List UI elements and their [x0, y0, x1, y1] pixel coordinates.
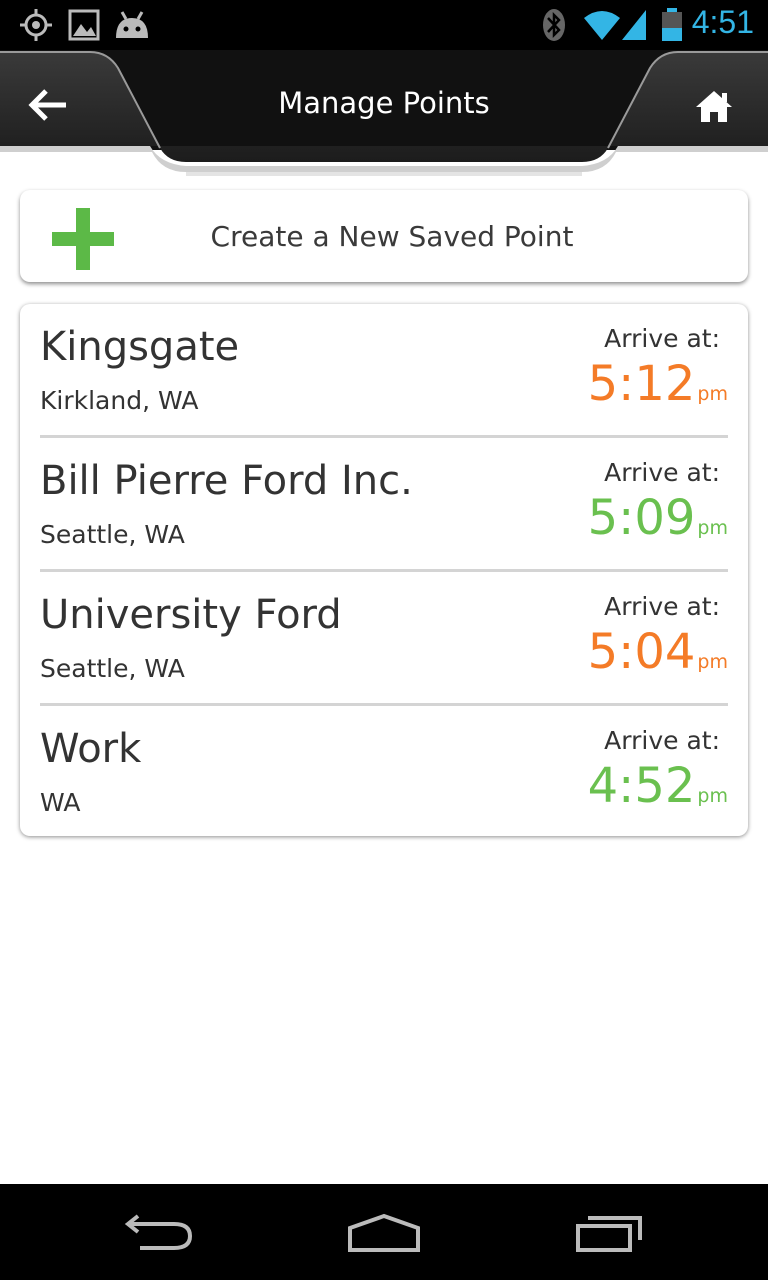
point-name: Bill Pierre Ford Inc. [40, 458, 413, 504]
arrive-label: Arrive at: [604, 458, 720, 487]
list-item[interactable]: Bill Pierre Ford Inc. Seattle, WA Arrive… [40, 438, 728, 572]
status-bar: 4:51 [0, 0, 768, 50]
point-location: Seattle, WA [40, 654, 185, 683]
arrival-time-ampm: pm [697, 651, 728, 673]
create-saved-point-button[interactable]: Create a New Saved Point [20, 190, 748, 282]
arrival-time-ampm: pm [697, 517, 728, 539]
arrival-time: 5:09 pm [588, 490, 728, 546]
home-icon[interactable] [694, 86, 734, 126]
point-name: Work [40, 726, 142, 772]
picture-icon [68, 9, 100, 41]
arrival-time-value: 5:04 [587, 624, 696, 680]
list-item[interactable]: Kingsgate Kirkland, WA Arrive at: 5:12 pm [40, 304, 728, 438]
arrival-time-value: 4:52 [587, 758, 696, 814]
list-item[interactable]: University Ford Seattle, WA Arrive at: 5… [40, 572, 728, 706]
point-name: Kingsgate [40, 324, 240, 370]
arrive-label: Arrive at: [604, 592, 720, 621]
point-name: University Ford [40, 592, 342, 638]
arrival-time-value: 5:12 [587, 356, 696, 412]
recent-apps-icon[interactable] [574, 1212, 646, 1254]
status-time: 4:51 [691, 4, 754, 40]
navigation-bar [0, 1184, 768, 1280]
arrival-time-ampm: pm [697, 383, 728, 405]
arrival-time-value: 5:09 [587, 490, 696, 546]
signal-icon [622, 10, 646, 40]
arrival-time: 5:04 pm [588, 624, 728, 680]
bluetooth-icon [543, 9, 565, 41]
back-nav-icon[interactable] [124, 1212, 196, 1252]
saved-points-list: Kingsgate Kirkland, WA Arrive at: 5:12 pm… [20, 304, 748, 836]
point-location: WA [40, 788, 81, 817]
arrival-time: 5:12 pm [588, 356, 728, 412]
wifi-icon [584, 11, 620, 40]
list-item[interactable]: Work WA Arrive at: 4:52 pm [40, 706, 728, 840]
arrive-label: Arrive at: [604, 726, 720, 755]
home-nav-icon[interactable] [346, 1212, 422, 1254]
arrival-time: 4:52 pm [588, 758, 728, 814]
page-title: Manage Points [278, 86, 490, 120]
point-location: Seattle, WA [40, 520, 185, 549]
battery-icon [662, 8, 682, 41]
action-bar: Manage Points [0, 50, 768, 180]
android-icon [116, 11, 148, 38]
create-saved-point-label: Create a New Saved Point [210, 220, 574, 253]
arrival-time-ampm: pm [697, 785, 728, 807]
gps-icon [20, 9, 52, 41]
point-location: Kirkland, WA [40, 386, 199, 415]
arrive-label: Arrive at: [604, 324, 720, 353]
